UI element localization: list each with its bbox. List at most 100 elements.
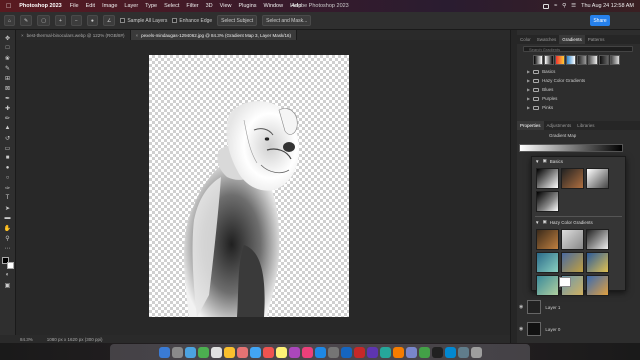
quick-selection-tool-icon[interactable]: ✎ [20, 15, 33, 26]
quick-mask-icon[interactable]: ◐ [3, 271, 13, 279]
background-color[interactable] [6, 262, 14, 269]
eye-icon[interactable]: ◉ [519, 326, 523, 332]
menu-file[interactable]: File [70, 3, 79, 9]
app-icon[interactable] [379, 346, 391, 358]
photoshop-icon[interactable] [340, 346, 352, 358]
gradient-picker-dropdown[interactable]: ▼ ▣ Basics ▼ ▣ Hazy Color Gradients [531, 156, 626, 296]
gradient-swatch[interactable] [561, 168, 584, 189]
menu-layer[interactable]: Layer [124, 3, 138, 9]
marquee-tool-icon[interactable]: □ [3, 44, 13, 52]
gradient-swatch[interactable] [561, 252, 584, 273]
gradient-swatch[interactable] [586, 275, 609, 296]
premiere-icon[interactable] [366, 346, 378, 358]
notes-icon[interactable] [275, 346, 287, 358]
close-icon[interactable]: × [21, 33, 24, 38]
gradient-swatch[interactable] [536, 275, 559, 296]
menu-edit[interactable]: Edit [86, 3, 95, 9]
app-icon[interactable] [392, 346, 404, 358]
clock[interactable]: Thu Aug 24 12:58 AM [581, 3, 634, 9]
tab-patterns[interactable]: Patterns [585, 35, 608, 44]
gradient-swatch[interactable] [533, 55, 543, 65]
gradient-swatch[interactable] [577, 55, 587, 65]
photos-icon[interactable] [236, 346, 248, 358]
launchpad-icon[interactable] [171, 346, 183, 358]
enhance-edge-checkbox[interactable]: Enhance Edge [172, 18, 212, 24]
eraser-tool-icon[interactable]: ▭ [3, 144, 13, 152]
tab-swatches[interactable]: Swatches [534, 35, 560, 44]
document-canvas[interactable] [149, 55, 349, 317]
maps-icon[interactable] [223, 346, 235, 358]
apple-icon[interactable]:  [6, 3, 11, 10]
music-icon[interactable] [301, 346, 313, 358]
layer-mask-thumb[interactable] [559, 277, 571, 287]
eyedropper-tool-icon[interactable]: ✒ [3, 94, 13, 102]
folder-blues[interactable]: ▶ Blues [527, 85, 635, 94]
new-selection-icon[interactable]: ▢ [37, 15, 50, 26]
dodge-tool-icon[interactable]: ○ [3, 174, 13, 182]
illustrator-icon[interactable] [353, 346, 365, 358]
safari-icon[interactable] [184, 346, 196, 358]
dropdown-group-hazy[interactable]: ▼ ▣ Hazy Color Gradients [532, 218, 625, 226]
path-select-tool-icon[interactable]: ➤ [3, 204, 13, 212]
gradient-swatch[interactable] [588, 55, 598, 65]
gradient-swatch[interactable] [599, 55, 609, 65]
dropdown-group-basics[interactable]: ▼ ▣ Basics [532, 157, 625, 165]
frame-tool-icon[interactable]: ⊠ [3, 84, 13, 92]
app-menu[interactable]: Photoshop 2023 [19, 3, 61, 9]
folder-pinks[interactable]: ▶ Pinks [527, 103, 635, 112]
brush-size-icon[interactable]: ● [86, 15, 98, 26]
gradient-map-preview[interactable] [519, 144, 623, 152]
share-button[interactable]: Share [590, 15, 610, 26]
battery-icon[interactable] [543, 3, 550, 9]
select-subject-button[interactable]: Select Subject [217, 15, 258, 26]
eye-icon[interactable]: ◉ [519, 304, 523, 310]
home-icon[interactable]: ⌂ [4, 15, 16, 26]
mail-icon[interactable] [210, 346, 222, 358]
tab-document-1[interactable]: × best-thermal-binoculars.webp @ 122% (R… [16, 30, 131, 40]
folder-purples[interactable]: ▶ Purples [527, 94, 635, 103]
layer-row-1[interactable]: ◉ Layer 1 [519, 300, 560, 314]
app-icon[interactable] [444, 346, 456, 358]
canvas-area[interactable] [16, 40, 510, 335]
subtract-selection-icon[interactable]: − [70, 15, 82, 26]
shape-tool-icon[interactable]: ▬ [3, 214, 13, 222]
close-icon[interactable]: × [136, 33, 139, 38]
hand-tool-icon[interactable]: ✋ [3, 224, 13, 232]
angle-icon[interactable]: ∠ [102, 15, 116, 26]
gradient-swatch[interactable] [586, 252, 609, 273]
settings-icon[interactable] [327, 346, 339, 358]
move-tool-icon[interactable]: ✥ [3, 34, 13, 42]
tab-libraries[interactable]: Libraries [574, 121, 597, 130]
gradient-swatch[interactable] [536, 191, 559, 212]
zoom-tool-icon[interactable]: ⚲ [3, 234, 13, 242]
gradient-search-input[interactable]: Search Gradients [523, 46, 633, 52]
checkbox-box[interactable] [120, 18, 126, 23]
tab-adjustments[interactable]: Adjustments [544, 121, 575, 130]
menu-select[interactable]: Select [164, 3, 179, 9]
history-brush-icon[interactable]: ↺ [3, 134, 13, 142]
gradient-tool-icon[interactable]: ■ [3, 154, 13, 162]
gradient-swatch[interactable] [566, 55, 576, 65]
menu-filter[interactable]: Filter [186, 3, 198, 9]
add-selection-icon[interactable]: + [54, 15, 66, 26]
gradient-swatch[interactable] [586, 229, 609, 250]
gradient-swatch[interactable] [610, 55, 620, 65]
pen-tool-icon[interactable]: ✑ [3, 184, 13, 192]
facetime-icon[interactable] [249, 346, 261, 358]
color-swatches[interactable] [1, 257, 14, 269]
app-icon[interactable] [418, 346, 430, 358]
menu-window[interactable]: Window [264, 3, 284, 9]
folder-hazy-color[interactable]: ▶ Hazy Color Gradients [527, 76, 635, 85]
select-and-mask-button[interactable]: Select and Mask... [262, 15, 312, 26]
messages-icon[interactable] [197, 346, 209, 358]
tab-document-2[interactable]: × pexels-mindaugas-1294062.jpg @ 84.3% (… [130, 30, 298, 40]
menu-view[interactable]: View [220, 3, 232, 9]
screen-mode-icon[interactable]: ▣ [3, 281, 13, 289]
checkbox-box[interactable] [172, 18, 178, 23]
stamp-tool-icon[interactable]: ▲ [3, 124, 13, 132]
calendar-icon[interactable] [262, 346, 274, 358]
type-tool-icon[interactable]: T [3, 194, 13, 202]
layer-row-0[interactable]: ◉ Layer 0 [519, 322, 560, 336]
gradient-swatch[interactable] [544, 55, 554, 65]
gradient-swatch[interactable] [555, 55, 565, 65]
